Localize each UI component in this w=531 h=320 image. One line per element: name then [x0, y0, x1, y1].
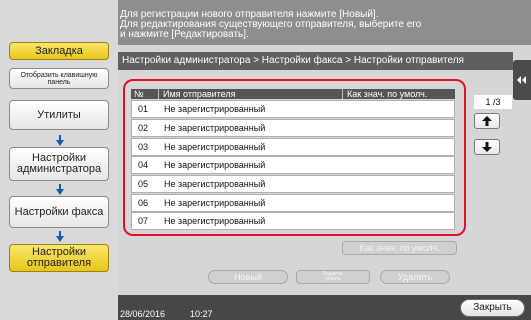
- new-button[interactable]: Новый: [208, 270, 288, 284]
- row-sender-name: Не зарегистрированный: [164, 198, 266, 208]
- table-row[interactable]: 01 Не зарегистрированный: [131, 100, 455, 118]
- bookmark-button[interactable]: Закладка: [9, 42, 109, 60]
- delete-button[interactable]: Удалить: [380, 270, 450, 284]
- row-number: 06: [138, 198, 149, 208]
- table-row[interactable]: 06 Не зарегистрированный: [131, 194, 455, 212]
- row-sender-name: Не зарегистрированный: [164, 179, 266, 189]
- column-sender-name: Имя отправителя: [158, 89, 236, 99]
- table-row[interactable]: 07 Не зарегистрированный: [131, 212, 455, 230]
- status-time: 10:27: [190, 309, 213, 319]
- row-sender-name: Не зарегистрированный: [164, 160, 266, 170]
- column-default: Как знач. по умолч.: [342, 89, 427, 99]
- left-panel: Закладка Отобразить клавишную панель Ути…: [0, 0, 118, 320]
- row-sender-name: Не зарегистрированный: [164, 104, 266, 114]
- admin-settings-button[interactable]: Настройки администратора: [9, 147, 109, 181]
- row-sender-name: Не зарегистрированный: [164, 142, 266, 152]
- column-number: №: [134, 89, 144, 99]
- row-number: 07: [138, 216, 149, 226]
- message-line: и нажмите [Редактировать].: [120, 29, 249, 40]
- down-arrow-icon: [56, 231, 64, 242]
- row-sender-name: Не зарегистрированный: [164, 216, 266, 226]
- row-number: 02: [138, 123, 149, 133]
- collapse-panel-icon[interactable]: [513, 60, 531, 100]
- table-row[interactable]: 04 Не зарегистрированный: [131, 156, 455, 174]
- page-up-button[interactable]: [474, 113, 500, 129]
- row-number: 04: [138, 160, 149, 170]
- row-sender-name: Не зарегистрированный: [164, 123, 266, 133]
- arrow-down-icon: [482, 142, 492, 152]
- status-date: 28/06/2016: [120, 309, 166, 319]
- arrow-up-icon: [482, 116, 492, 126]
- down-arrow-icon: [56, 184, 64, 195]
- set-default-button[interactable]: Как знач. по умолч.: [342, 241, 457, 255]
- down-arrow-icon: [56, 135, 64, 146]
- edit-button[interactable]: Редакти-ровать: [296, 270, 370, 284]
- page-down-button[interactable]: [474, 139, 500, 155]
- row-number: 05: [138, 179, 149, 189]
- sender-settings-button[interactable]: Настройки отправителя: [9, 244, 109, 272]
- table-row[interactable]: 05 Не зарегистрированный: [131, 175, 455, 193]
- page-indicator: 1 /3: [474, 95, 512, 109]
- table-row[interactable]: 02 Не зарегистрированный: [131, 119, 455, 137]
- utilities-button[interactable]: Утилиты: [9, 100, 109, 130]
- table-header: № Имя отправителя Как знач. по умолч.: [131, 89, 455, 99]
- row-number: 03: [138, 142, 149, 152]
- show-keypad-button[interactable]: Отобразить клавишную панель: [9, 68, 109, 89]
- close-button[interactable]: Закрыть: [460, 299, 525, 317]
- breadcrumb: Настройки администратора > Настройки фак…: [118, 52, 513, 70]
- table-row[interactable]: 03 Не зарегистрированный: [131, 138, 455, 156]
- instruction-message: Для регистрации нового отправителя нажми…: [118, 0, 531, 45]
- fax-settings-button[interactable]: Настройки факса: [9, 196, 109, 228]
- row-number: 01: [138, 104, 149, 114]
